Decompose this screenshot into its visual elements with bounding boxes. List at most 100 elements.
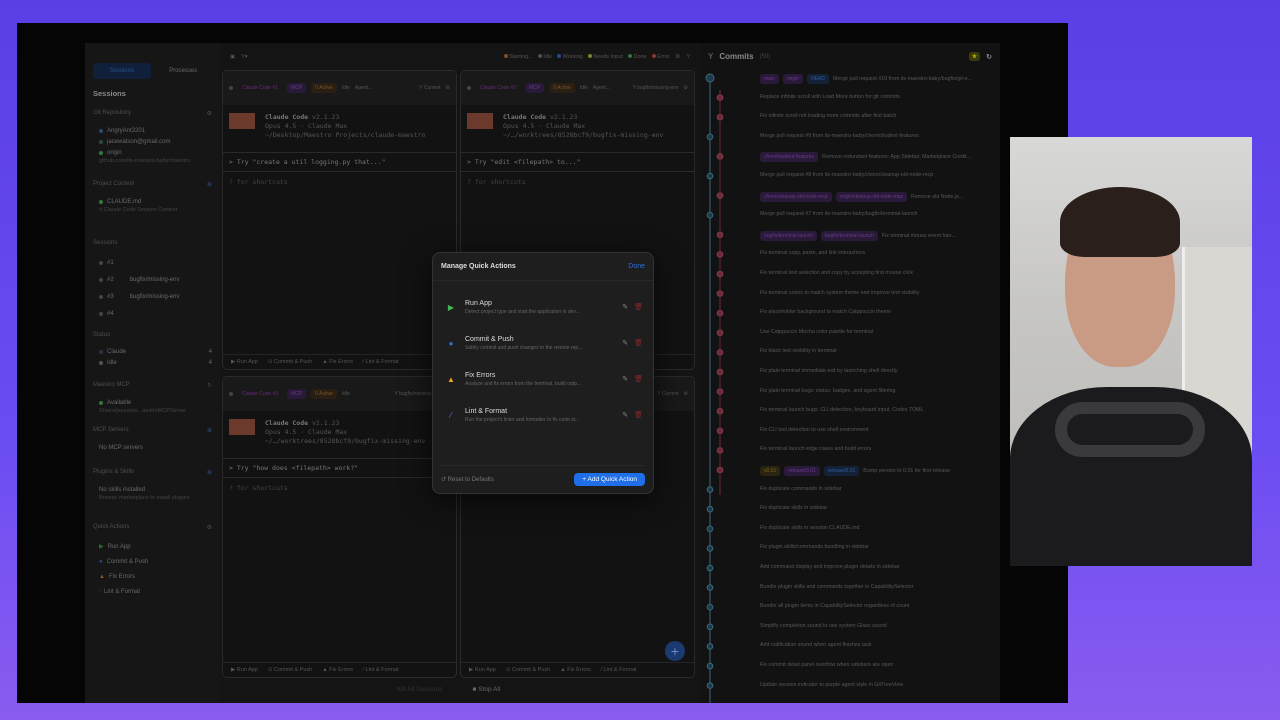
context-file[interactable]: CLAUDE.md: [93, 196, 212, 207]
settings-icon[interactable]: ⚙: [207, 524, 212, 531]
status-label: Status: [93, 332, 111, 338]
pane-action-button[interactable]: ▶ Run App: [231, 667, 258, 673]
agent-select[interactable]: Agent...: [355, 85, 372, 91]
pane-action-button[interactable]: ▶ Run App: [231, 359, 258, 365]
legend-done: Done: [627, 53, 647, 60]
commit-row[interactable]: Fix black text visibility in terminal: [760, 348, 837, 354]
settings-icon[interactable]: ⚙: [207, 110, 212, 117]
star-icon[interactable]: ★: [968, 52, 981, 61]
pane-action-button[interactable]: ▶ Run App: [469, 667, 496, 673]
terminal-pane[interactable]: Claude Code #3 MCP 0 Active Idle Y bugfi…: [222, 376, 457, 678]
trash-icon[interactable]: 🗑: [634, 411, 643, 419]
pane-action-button[interactable]: ⁄ Lint & Format: [363, 667, 398, 673]
gear-icon[interactable]: ⚙: [684, 391, 688, 397]
commit-tag: main: [760, 74, 779, 84]
pane-action-button[interactable]: ⊙ Commit & Push: [268, 359, 312, 365]
add-quick-action-button[interactable]: + Add Quick Action: [574, 473, 645, 486]
commit-row[interactable]: Replace infinite scroll with Load More b…: [760, 94, 900, 100]
gear-icon[interactable]: ⚙: [675, 54, 680, 60]
add-icon[interactable]: ⊕: [207, 181, 212, 188]
sidebar-toggle-icon[interactable]: ▣: [230, 54, 235, 60]
branch-label[interactable]: Y Current: [419, 85, 440, 91]
terminal-input[interactable]: > Try "create a util logging.py that...": [223, 152, 456, 172]
commit-row[interactable]: Merge pull request #7 from its-maestro-b…: [760, 211, 918, 217]
pane-action-button[interactable]: ▲ Fix Errors: [322, 359, 353, 365]
branch-label[interactable]: Y bugfix/missing-env: [632, 85, 678, 91]
commit-row[interactable]: Fix terminal launch bugs: CLI detection,…: [760, 407, 924, 413]
commit-row[interactable]: v0.01 release/0.01 release/0.01 Bump versio…: [760, 466, 950, 476]
session-item[interactable]: #2 bugfix/missing-env: [93, 271, 212, 288]
commit-row[interactable]: Merge pull request #9 from its-maestro-b…: [760, 133, 919, 139]
gear-icon[interactable]: ⚙: [684, 85, 688, 91]
refresh-icon[interactable]: ↻: [207, 382, 212, 389]
done-button[interactable]: Done: [628, 263, 645, 270]
commit-row[interactable]: Simplify completion sound to use system …: [760, 623, 887, 629]
gear-icon[interactable]: ⚙: [446, 85, 450, 91]
kill-all-button[interactable]: Kill All Sessions: [397, 686, 443, 693]
commit-row[interactable]: Fix plugin skills/commands bundling in s…: [760, 544, 869, 550]
commit-row[interactable]: Use Catppuccin Mocha color palette for t…: [760, 329, 873, 335]
branch-menu-icon[interactable]: Y▾: [241, 54, 247, 60]
commit-row[interactable]: Update session indicator to purple agent…: [760, 682, 903, 688]
tab-processes[interactable]: Processes: [155, 63, 213, 79]
session-item[interactable]: #3 bugfix/missing-env: [93, 288, 212, 305]
pane-action-button[interactable]: ⊙ Commit & Push: [268, 667, 312, 673]
commit-row[interactable]: Fix duplicate commands in sidebar: [760, 486, 842, 492]
git-remote-url: github.com/its-maestro-baby/maestro: [99, 158, 190, 164]
session-badge: Claude Code #2: [480, 85, 517, 91]
commit-row[interactable]: Fix plain terminal immediate exit by lau…: [760, 368, 897, 374]
commit-row[interactable]: Fix infinite scroll not loading more com…: [760, 113, 896, 119]
trash-icon[interactable]: 🗑: [634, 375, 643, 383]
agent-select[interactable]: Agent...: [593, 85, 610, 91]
edit-icon[interactable]: ✎: [622, 339, 628, 347]
commit-row[interactable]: Fix terminal copy, paste, and link inter…: [760, 250, 865, 256]
commit-row[interactable]: Bundle all plugin items in CapabilitySel…: [760, 603, 909, 609]
edit-icon[interactable]: ✎: [622, 303, 628, 311]
commit-row[interactable]: Fix duplicate skills in session CLAUDE.m…: [760, 525, 860, 531]
edit-icon[interactable]: ✎: [622, 375, 628, 383]
edit-icon[interactable]: ✎: [622, 411, 628, 419]
terminal-input[interactable]: > Try "edit <filepath> to...": [461, 152, 694, 172]
commit-row[interactable]: chore/student-features Remove redundant f…: [760, 152, 971, 163]
quick-lint-format[interactable]: ⁄ Lint & Format: [93, 584, 212, 599]
add-icon[interactable]: ⊕: [207, 427, 212, 434]
pane-action-button[interactable]: ▲ Fix Errors: [560, 667, 591, 673]
commit-row[interactable]: Bundle plugin skills and commands togeth…: [760, 584, 913, 590]
add-icon[interactable]: ⊕: [207, 469, 212, 476]
trash-icon[interactable]: 🗑: [634, 303, 643, 311]
branch-label[interactable]: Y Current: [657, 391, 678, 397]
plugins-hint[interactable]: Browse marketplace to install plugins: [93, 495, 212, 504]
commit-row[interactable]: Fix plain terminal bugs: status, badges,…: [760, 388, 895, 394]
pane-action-button[interactable]: ⁄ Lint & Format: [601, 667, 636, 673]
commit-row[interactable]: Add notification sound when agent finish…: [760, 642, 872, 648]
tab-sessions[interactable]: Sessions: [93, 63, 151, 79]
commit-row[interactable]: Fix terminal text selection and copy by …: [760, 270, 913, 276]
stop-all-button[interactable]: ■ Stop All: [473, 686, 501, 693]
quick-commit-push[interactable]: ● Commit & Push: [93, 554, 212, 569]
commit-row[interactable]: Merge pull request #8 from its-maestro-b…: [760, 172, 933, 178]
commit-row[interactable]: Fix terminal launch edge cases and build…: [760, 446, 871, 452]
terminal-pane[interactable]: Claude Code #1 MCP 0 Active Idle Agent..…: [222, 70, 457, 370]
commit-row[interactable]: chore/cleanup-old-node-mcp origin/cleanup…: [760, 191, 963, 202]
commit-row[interactable]: Fix commit detail panel overflow when si…: [760, 662, 893, 668]
commit-row[interactable]: Fix duplicate skills in sidebar: [760, 505, 827, 511]
quick-run-app[interactable]: ▶ Run App: [93, 539, 212, 554]
quick-fix-errors[interactable]: ▲ Fix Errors: [93, 569, 212, 584]
commit-row[interactable]: Fix placeholder background to match Catp…: [760, 309, 891, 315]
pane-action-button[interactable]: ▲ Fix Errors: [322, 667, 353, 673]
session-item[interactable]: #1: [93, 254, 212, 271]
trash-icon[interactable]: 🗑: [634, 339, 643, 347]
commit-row[interactable]: Fix CLI tool detection to use shell envi…: [760, 427, 869, 433]
add-session-button[interactable]: +: [665, 641, 685, 661]
commit-row[interactable]: Fix terminal colors to match system them…: [760, 290, 920, 296]
commit-row[interactable]: main origin HEAD Merge pull request #10 fro…: [760, 74, 972, 84]
terminal-input[interactable]: > Try "how does <filepath> work?": [223, 458, 456, 478]
commit-row[interactable]: Add command display and improve plugin d…: [760, 564, 900, 570]
pane-action-button[interactable]: ⁄ Lint & Format: [363, 359, 398, 365]
git-graph-icon[interactable]: Y: [686, 54, 690, 60]
refresh-icon[interactable]: ↻: [986, 53, 992, 61]
session-item[interactable]: #4: [93, 305, 212, 322]
commit-row[interactable]: bugfix/terminal-launch bugfix/terminal-la…: [760, 230, 956, 241]
pane-action-button[interactable]: ⊙ Commit & Push: [506, 667, 550, 673]
reset-to-defaults-button[interactable]: ↺ Reset to Defaults: [441, 476, 494, 483]
